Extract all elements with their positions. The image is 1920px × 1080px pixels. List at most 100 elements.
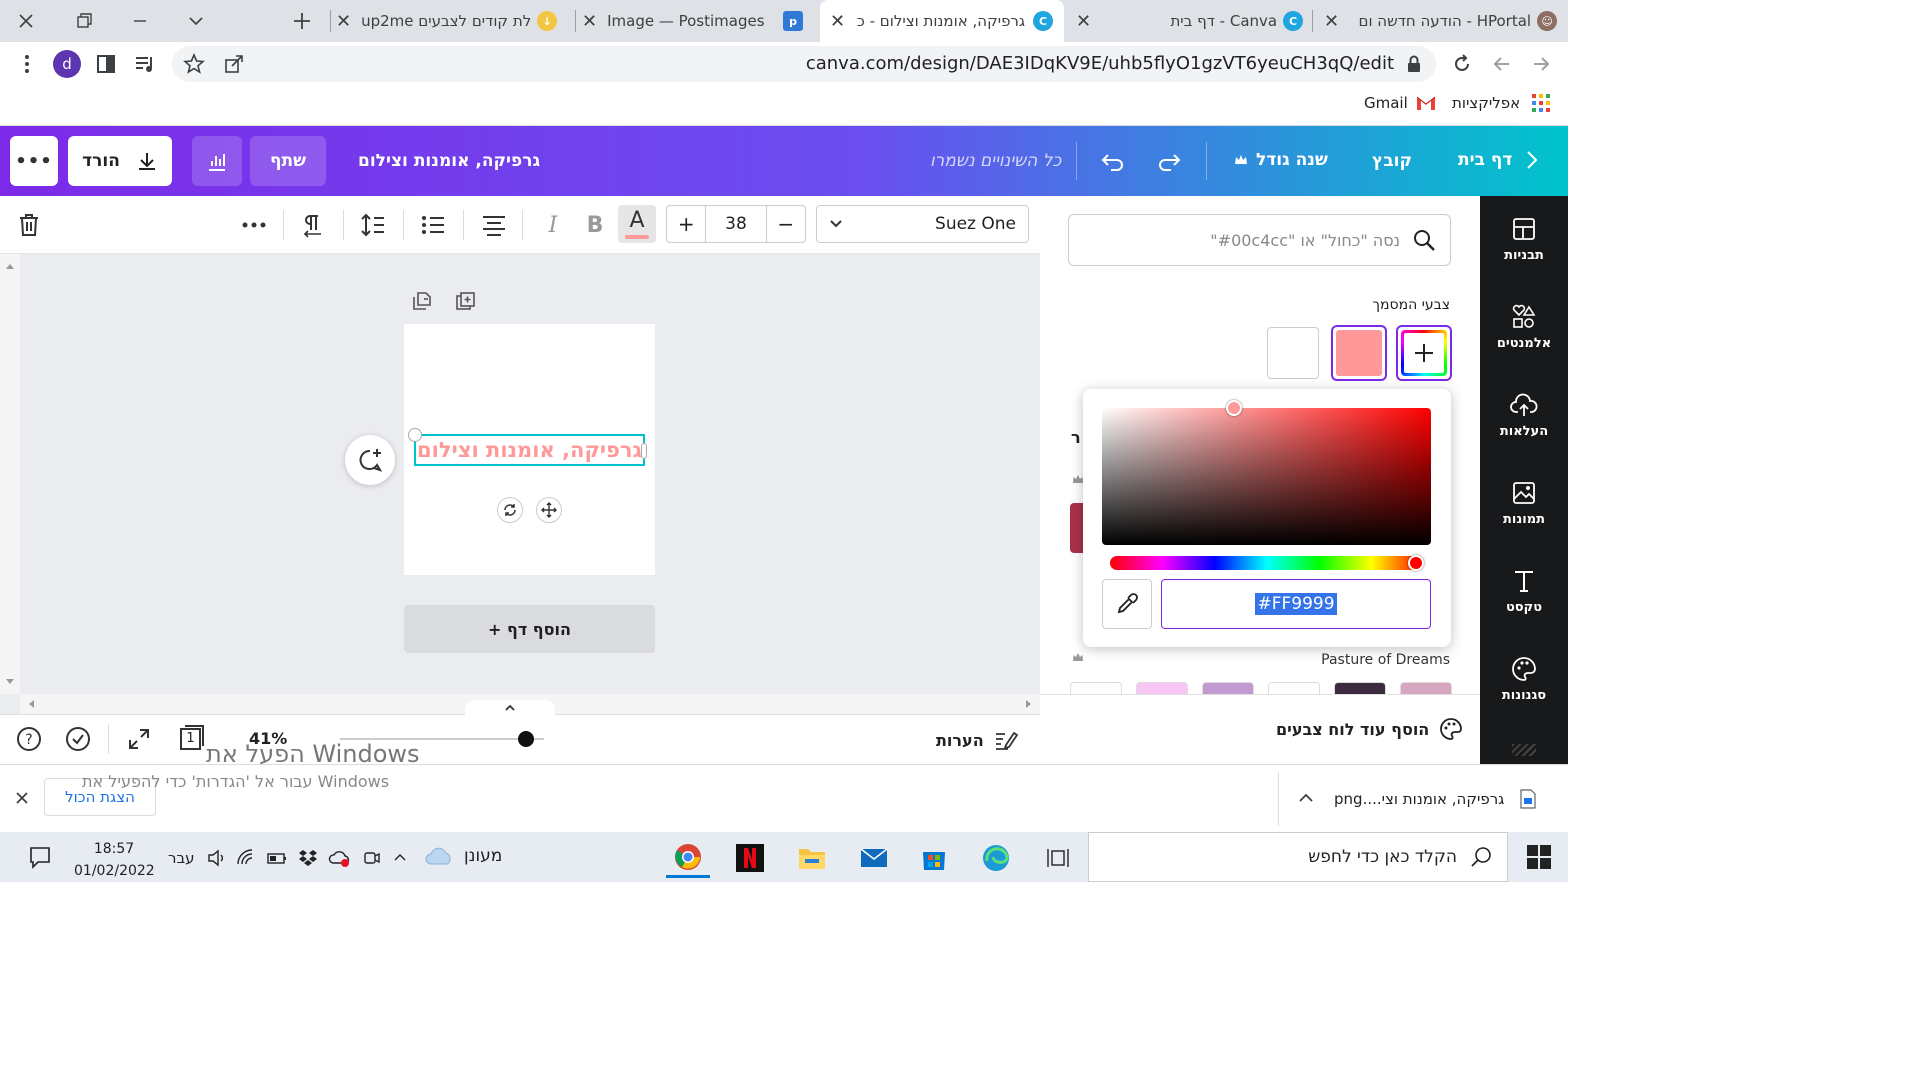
close-tab-icon[interactable]: ✕ <box>830 11 845 32</box>
resize-handle[interactable] <box>408 428 422 442</box>
volume-icon[interactable] <box>206 848 226 868</box>
forward-arrow-icon[interactable] <box>1490 52 1514 76</box>
close-tab-icon[interactable]: ✕ <box>1076 11 1091 32</box>
nav-elements[interactable]: אלמנטים <box>1480 304 1568 351</box>
notification-center-icon[interactable] <box>28 845 52 869</box>
back-arrow-icon[interactable] <box>1529 52 1553 76</box>
nav-uploads[interactable]: העלאות <box>1480 392 1568 439</box>
trash-icon[interactable] <box>14 210 44 240</box>
palette-color-swatch[interactable] <box>1268 682 1320 694</box>
resize-handle[interactable] <box>641 443 647 459</box>
dropbox-icon[interactable] <box>298 848 318 868</box>
palette-color-swatch[interactable] <box>1070 682 1122 694</box>
tab-search-icon[interactable] <box>184 9 208 33</box>
new-tab-icon[interactable] <box>290 9 314 33</box>
chevron-up-icon[interactable] <box>1296 788 1316 808</box>
battery-icon[interactable] <box>266 848 288 868</box>
share-page-icon[interactable] <box>222 52 246 76</box>
bookmark-apps[interactable]: אפליקציות <box>1452 93 1551 113</box>
palette-color-swatch[interactable] <box>1400 682 1452 694</box>
panel-resize-grip[interactable] <box>1512 744 1536 756</box>
rotate-handle-icon[interactable] <box>497 497 523 523</box>
browser-menu-icon[interactable] <box>16 52 38 76</box>
help-icon[interactable]: ? <box>16 726 42 752</box>
undo-icon[interactable] <box>1100 148 1126 174</box>
hue-slider[interactable] <box>1110 556 1424 570</box>
reload-icon[interactable] <box>1450 52 1474 76</box>
palette-color-swatch[interactable] <box>1334 682 1386 694</box>
file-menu[interactable]: קובץ <box>1372 151 1412 171</box>
close-tab-icon[interactable]: ✕ <box>1324 11 1339 32</box>
add-page-button[interactable]: + הוסף דף <box>404 605 655 653</box>
color-picker-knob[interactable] <box>1225 400 1242 416</box>
microsoft-store-taskbar-icon[interactable] <box>912 838 956 878</box>
palette-color-swatch[interactable] <box>1070 503 1084 553</box>
nav-styles[interactable]: סגנונות <box>1480 656 1568 703</box>
zoom-slider[interactable] <box>340 731 544 747</box>
hue-slider-knob[interactable] <box>1408 555 1424 571</box>
restore-window-icon[interactable] <box>72 9 96 33</box>
nav-photos[interactable]: תמונות <box>1480 480 1568 527</box>
vertical-scrollbar[interactable] <box>0 254 20 694</box>
saturation-brightness-picker[interactable] <box>1102 408 1431 545</box>
mail-taskbar-icon[interactable] <box>852 838 896 878</box>
language-indicator[interactable]: עבר <box>168 849 195 867</box>
add-comment-icon[interactable] <box>345 435 395 485</box>
document-color-swatch[interactable] <box>1267 327 1319 379</box>
url-text[interactable]: canva.com/design/DAE3IDqKV9E/uhb5flyO1gz… <box>806 53 1394 74</box>
design-title[interactable]: גרפיקה, אומנות וצילום <box>358 151 540 171</box>
more-options-button[interactable]: ••• <box>10 136 58 186</box>
font-size-input[interactable]: 38 <box>706 206 765 242</box>
tab-postimages[interactable]: ✕ Image — Postimages p <box>582 0 814 42</box>
add-color-button[interactable] <box>1396 325 1452 381</box>
increase-font-size-button[interactable]: + <box>667 206 707 242</box>
font-size-stepper[interactable]: + 38 − <box>666 205 806 243</box>
canvas-text-element[interactable]: גרפיקה, אומנות וצילום <box>417 438 642 462</box>
system-clock[interactable]: 18:57 01/02/2022 <box>74 838 155 882</box>
page-count-button[interactable]: 1 <box>178 724 206 752</box>
home-link[interactable]: דף בית <box>1458 150 1538 170</box>
resize-button[interactable]: שנה גודל <box>1234 150 1328 170</box>
close-window-icon[interactable] <box>14 9 38 33</box>
close-download-bar-icon[interactable] <box>12 788 32 808</box>
nav-templates[interactable]: תבניות <box>1480 216 1568 263</box>
hex-color-input[interactable]: #FF9999 <box>1161 579 1431 629</box>
lock-icon[interactable] <box>1405 54 1423 74</box>
text-direction-icon[interactable] <box>298 210 328 240</box>
palette-color-swatch[interactable] <box>1136 682 1188 694</box>
add-note-icon[interactable] <box>410 289 434 313</box>
file-explorer-taskbar-icon[interactable] <box>790 838 834 878</box>
wifi-icon[interactable] <box>236 848 256 868</box>
decrease-font-size-button[interactable]: − <box>765 206 805 242</box>
zoom-slider-knob[interactable] <box>517 731 534 747</box>
add-palette-button[interactable]: הוסף עוד לוח צבעים <box>1276 717 1463 741</box>
download-item[interactable]: גרפיקה, אומנות וצי....png <box>1334 789 1536 809</box>
line-spacing-icon[interactable] <box>358 210 388 240</box>
palette-color-swatch[interactable] <box>1202 682 1254 694</box>
expand-pages-button[interactable] <box>465 700 555 716</box>
task-view-icon[interactable] <box>1036 838 1080 878</box>
share-button[interactable]: שתף <box>250 136 326 186</box>
list-icon[interactable] <box>418 210 448 240</box>
eyedropper-button[interactable] <box>1102 579 1152 629</box>
taskbar-search-box[interactable]: הקלד כאן כדי לחפש <box>1088 832 1508 882</box>
meet-now-icon[interactable] <box>362 848 382 868</box>
text-color-button[interactable]: A <box>618 205 656 243</box>
close-tab-icon[interactable]: ✕ <box>336 11 351 32</box>
minimize-window-icon[interactable] <box>128 9 152 33</box>
tab-up2me[interactable]: ✕ up2me טבלת קודים לצבעים ↓ <box>336 0 572 42</box>
tab-canva-design[interactable]: ✕ גרפיקה, אומנות וצילום - כ C <box>820 0 1064 42</box>
move-handle-icon[interactable] <box>536 497 562 523</box>
zoom-level[interactable]: 41% <box>249 729 287 748</box>
netflix-taskbar-icon[interactable] <box>728 838 772 878</box>
tab-hportal[interactable]: ✕ HPortal - הודעה חדשה ום ☺ <box>1318 0 1568 42</box>
font-family-dropdown[interactable]: Suez One <box>816 205 1029 243</box>
close-tab-icon[interactable]: ✕ <box>582 11 597 32</box>
color-search-input[interactable]: נסה "כחול" או "#00c4cc" <box>1068 214 1451 266</box>
nav-text[interactable]: טקסט <box>1480 568 1568 615</box>
side-panel-icon[interactable] <box>94 52 118 76</box>
document-color-swatch-selected[interactable] <box>1331 325 1387 381</box>
media-control-icon[interactable] <box>133 52 157 76</box>
chrome-taskbar-icon[interactable] <box>666 838 710 878</box>
bookmark-gmail[interactable]: Gmail <box>1364 93 1436 113</box>
